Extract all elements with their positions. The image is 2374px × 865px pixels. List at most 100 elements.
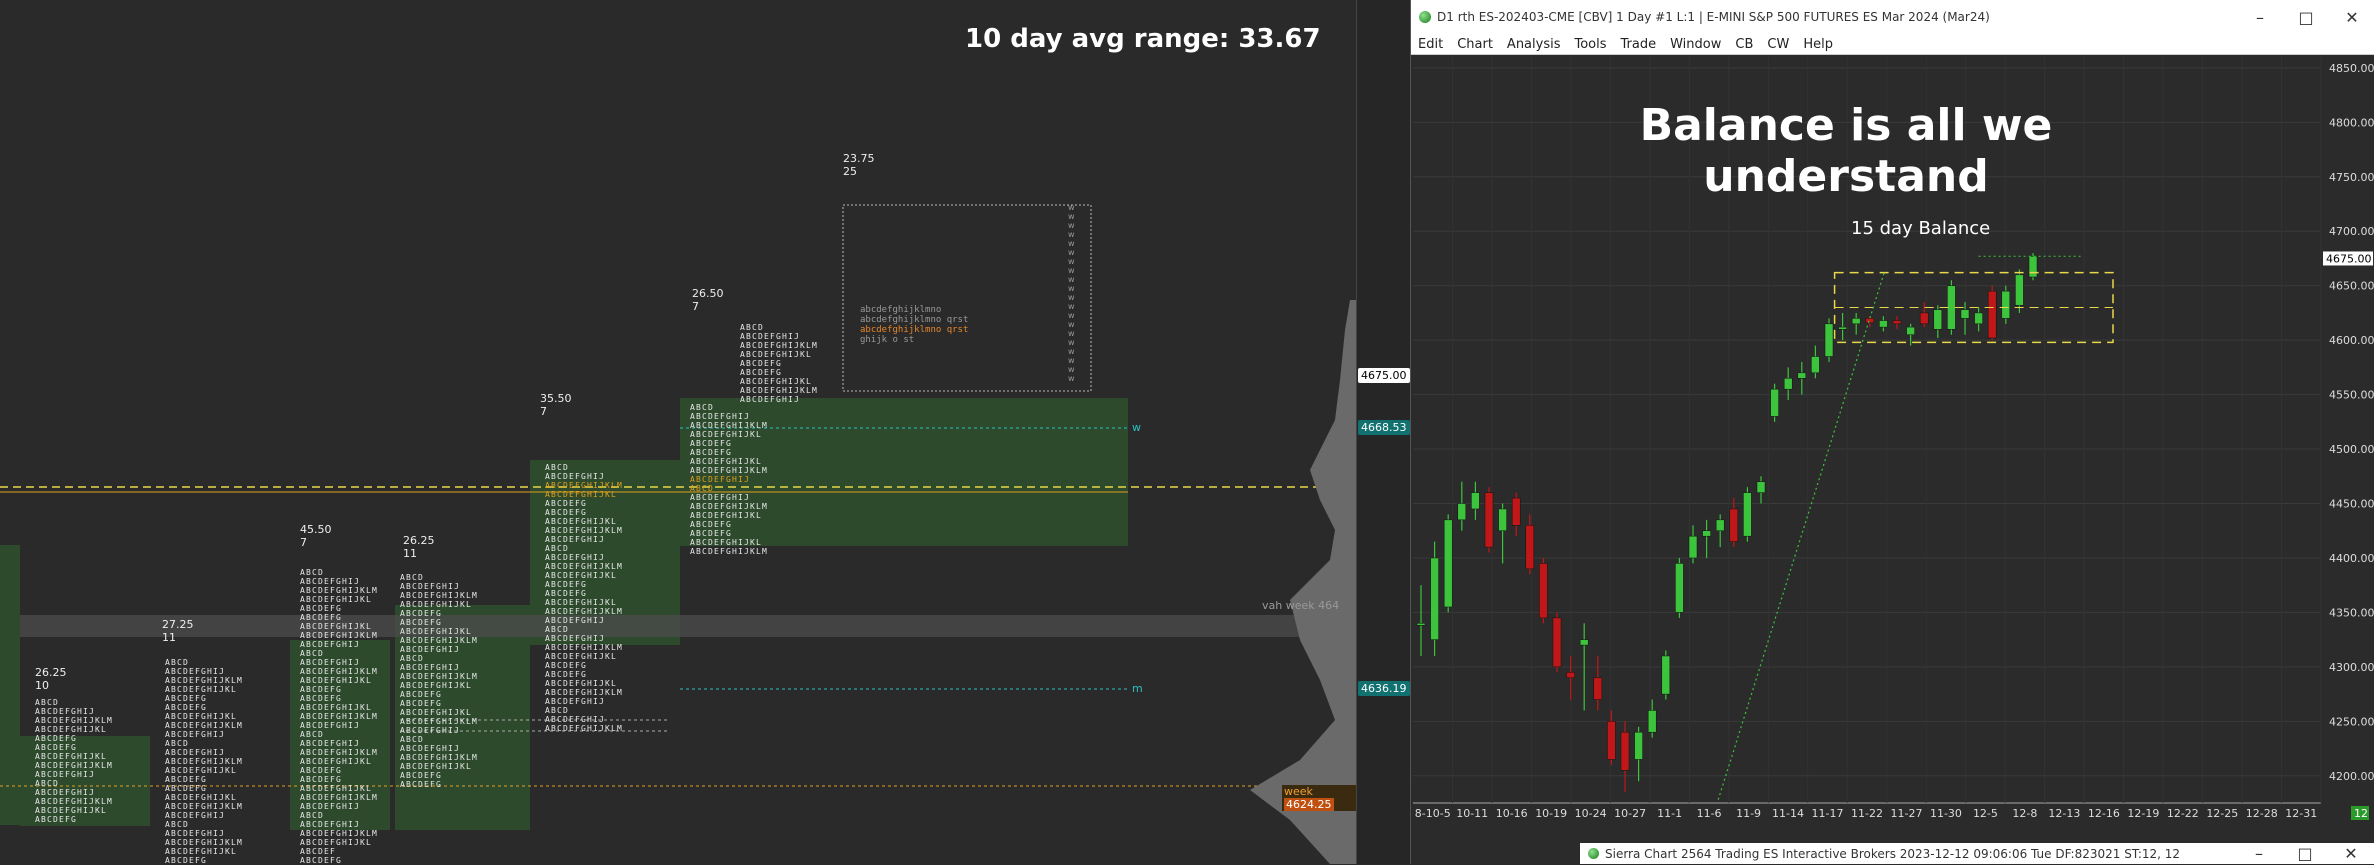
tpo-letter: E <box>569 517 574 526</box>
tpo-letter: J <box>599 679 604 688</box>
tpo-letter: I <box>83 797 88 806</box>
menu-cw[interactable]: CW <box>1760 37 1796 52</box>
tpo-letter: C <box>557 697 562 706</box>
tpo-letter: F <box>575 634 580 643</box>
tpo-letter: J <box>89 752 94 761</box>
price-badge: 4668.53 <box>1358 420 1410 435</box>
tpo-letter: H <box>342 784 347 793</box>
menu-chart[interactable]: Chart <box>1450 37 1500 52</box>
tpo-letter: F <box>770 350 775 359</box>
menu-help[interactable]: Help <box>1796 37 1840 52</box>
tpo-letter: A <box>400 663 405 672</box>
maximize-icon[interactable]: □ <box>2282 844 2328 863</box>
candle-body <box>1566 672 1575 679</box>
tpo-letter: A <box>165 685 170 694</box>
menu-analysis[interactable]: Analysis <box>1500 37 1568 52</box>
tpo-letter: C <box>702 538 707 547</box>
tpo-letter: H <box>442 726 447 735</box>
tpo-letter: M <box>617 562 622 571</box>
tpo-letter: E <box>569 571 574 580</box>
tpo-letter: I <box>593 481 598 490</box>
tpo-letter: B <box>746 350 751 359</box>
tpo-letter: J <box>219 757 224 766</box>
tpo-letter: C <box>557 553 562 562</box>
tpo-letter: L <box>101 752 106 761</box>
tpo-letter: L <box>756 538 761 547</box>
tpo-letter: J <box>219 802 224 811</box>
tpo-letter: D <box>418 753 423 762</box>
profile-range-label: 35.50 7 <box>540 392 572 418</box>
tpo-letter: L <box>366 793 371 802</box>
tpo-letter: D <box>318 793 323 802</box>
menu-window[interactable]: Window <box>1663 37 1728 52</box>
close-icon[interactable]: ✕ <box>2328 844 2374 863</box>
tpo-letter: M <box>237 838 242 847</box>
tpo-letter: G <box>581 724 586 733</box>
tpo-letter: D <box>318 784 323 793</box>
close-icon[interactable]: ✕ <box>2329 8 2374 27</box>
tpo-letter: F <box>575 670 580 679</box>
tpo-letter: C <box>557 517 562 526</box>
tpo-letter: A <box>690 475 695 484</box>
tpo-letter: J <box>219 766 224 775</box>
tpo-letter: G <box>726 511 731 520</box>
maximize-icon[interactable]: □ <box>2283 8 2329 27</box>
tpo-letter: H <box>782 341 787 350</box>
tpo-letter: F <box>430 753 435 762</box>
tpo-letter: B <box>306 568 311 577</box>
tpo-letter: F <box>330 676 335 685</box>
tpo-letter: I <box>448 762 453 771</box>
tpo-letter: L <box>231 802 236 811</box>
tpo-letter: I <box>448 663 453 672</box>
tpo-letter: H <box>587 634 592 643</box>
tpo-letter: G <box>336 748 341 757</box>
y-tick-label: 4400.00 <box>2329 552 2374 565</box>
minimize-icon[interactable]: – <box>2236 844 2282 863</box>
tpo-letter: F <box>575 688 580 697</box>
tpo-letter: D <box>418 600 423 609</box>
tpo-letter: H <box>207 730 212 739</box>
minimize-icon[interactable]: – <box>2237 8 2283 27</box>
tpo-letter: H <box>342 721 347 730</box>
chart-title-bar[interactable]: D1 rth ES-202403-CME [CBV] 1 Day #1 L:1 … <box>1411 0 2374 34</box>
chart-window[interactable]: D1 rth ES-202403-CME [CBV] 1 Day #1 L:1 … <box>1410 0 2374 864</box>
market-profile-panel[interactable]: ABCDABCDEFGHIJABCDEFGHIJKLMABCDEFGHIJKLA… <box>0 0 1357 864</box>
tpo-letter: A <box>165 703 170 712</box>
menu-trade[interactable]: Trade <box>1614 37 1664 52</box>
secondary-window-bar[interactable]: Sierra Chart 2564 Trading ES Interactive… <box>1580 843 2374 864</box>
tpo-letter: A <box>165 721 170 730</box>
tpo-letter: C <box>312 631 317 640</box>
tpo-letter: A <box>35 815 40 824</box>
tpo-letter: L <box>611 481 616 490</box>
tpo-letter: E <box>569 661 574 670</box>
tpo-letter: J <box>794 332 799 341</box>
tpo-letter: J <box>354 802 359 811</box>
tpo-letter: D <box>563 580 568 589</box>
tpo-letter: F <box>330 739 335 748</box>
tpo-letter: I <box>593 472 598 481</box>
tpo-letter: L <box>466 672 471 681</box>
tpo-letter: J <box>219 721 224 730</box>
tpo-letter: A <box>300 685 305 694</box>
tpo-letter: J <box>744 547 749 556</box>
tpo-letter: A <box>690 430 695 439</box>
tpo-letter: B <box>551 481 556 490</box>
tpo-letter: H <box>587 652 592 661</box>
tpo-letter: F <box>575 499 580 508</box>
menu-tools[interactable]: Tools <box>1567 37 1613 52</box>
tpo-letter: E <box>324 667 329 676</box>
tpo-letter: B <box>306 838 311 847</box>
tpo-letter: D <box>318 604 323 613</box>
tpo-letter: L <box>231 757 236 766</box>
menu-edit[interactable]: Edit <box>1411 37 1450 52</box>
tpo-letter: C <box>702 547 707 556</box>
tpo-letter: B <box>406 645 411 654</box>
menu-cb[interactable]: CB <box>1728 37 1760 52</box>
tpo-letter: B <box>746 377 751 386</box>
tpo-letter: B <box>696 403 701 412</box>
tpo-letter: M <box>372 712 377 721</box>
candle-body <box>1756 481 1766 493</box>
tpo-letter: D <box>563 508 568 517</box>
tpo-letter: G <box>436 708 441 717</box>
tpo-letter: D <box>183 739 188 748</box>
